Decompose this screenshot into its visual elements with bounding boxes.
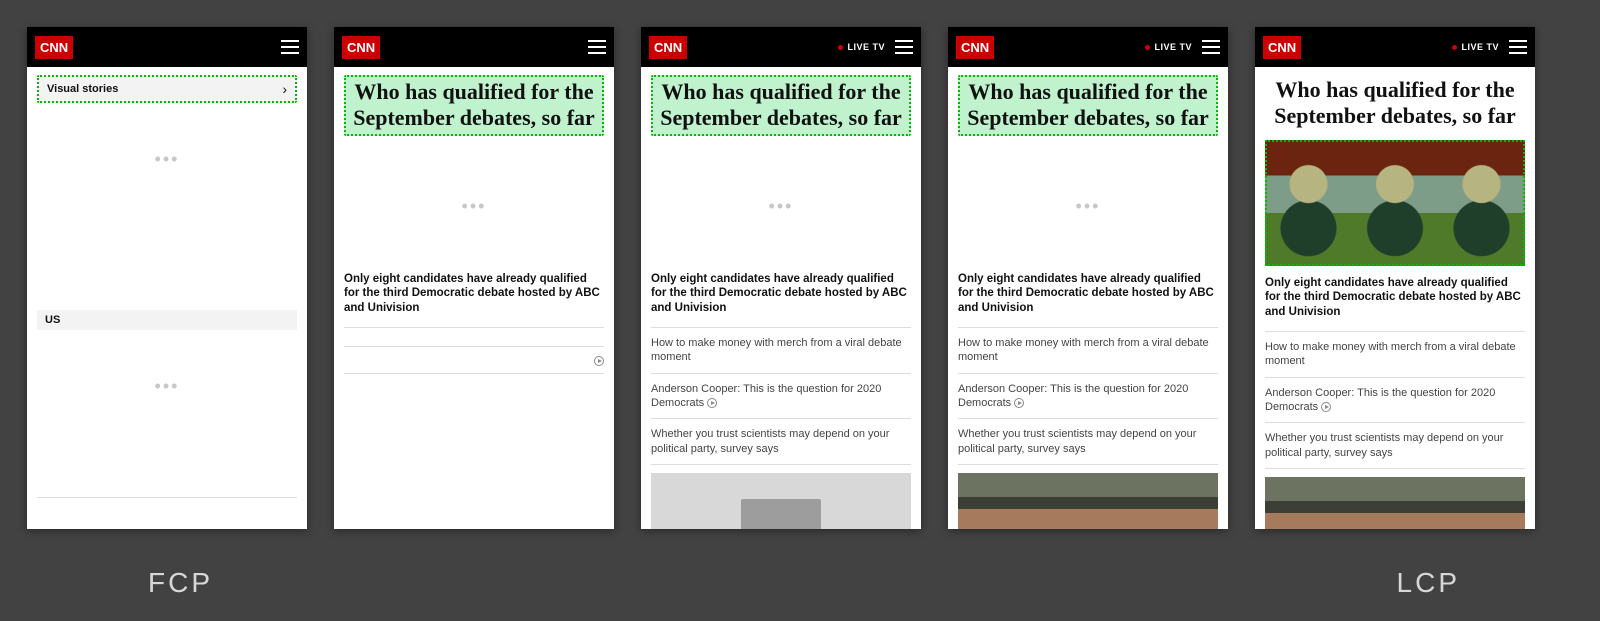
article-headline[interactable]: Who has qualified for the September deba… <box>657 79 905 131</box>
play-icon <box>707 398 717 408</box>
article-lead[interactable]: Only eight candidates have already quali… <box>1265 274 1525 325</box>
article-lead[interactable]: Only eight candidates have already quali… <box>958 270 1218 321</box>
story-link[interactable]: How to make money with merch from a vira… <box>958 334 1218 367</box>
chevron-right-icon: › <box>282 81 287 97</box>
story-link[interactable]: How to make money with merch from a vira… <box>651 334 911 367</box>
article-headline[interactable]: Who has qualified for the September deba… <box>964 79 1212 131</box>
page-header: CNN LIVE TV <box>641 27 921 67</box>
live-tv-link[interactable]: LIVE TV <box>838 42 885 52</box>
menu-icon[interactable] <box>1202 40 1220 54</box>
story-link[interactable]: Anderson Cooper: This is the question fo… <box>1265 384 1525 417</box>
loading-indicator: ••• <box>37 149 297 170</box>
page-header: CNN LIVE TV <box>948 27 1228 67</box>
live-dot-icon <box>1452 45 1457 50</box>
menu-icon[interactable] <box>281 40 299 54</box>
hero-image[interactable] <box>1265 140 1525 266</box>
secondary-image <box>1265 477 1525 529</box>
divider <box>651 418 911 419</box>
cnn-logo[interactable]: CNN <box>35 36 73 59</box>
headline-wrap: Who has qualified for the September deba… <box>1265 75 1525 132</box>
story-link[interactable]: Whether you trust scientists may depend … <box>958 425 1218 458</box>
divider <box>37 497 297 498</box>
page-header: CNN <box>334 27 614 67</box>
live-tv-link[interactable]: LIVE TV <box>1145 42 1192 52</box>
loading-indicator: ••• <box>37 376 297 397</box>
timeline-frame-2: CNN Who has qualified for the September … <box>334 27 614 529</box>
divider <box>1265 468 1525 469</box>
cnn-logo[interactable]: CNN <box>1263 36 1301 59</box>
story-link[interactable]: Anderson Cooper: This is the question fo… <box>651 380 911 413</box>
timeline-frame-4: CNN LIVE TV Who has qualified for the Se… <box>948 27 1228 529</box>
divider <box>344 346 604 347</box>
lcp-highlight-headline: Who has qualified for the September deba… <box>651 75 911 136</box>
divider <box>1265 377 1525 378</box>
divider <box>958 418 1218 419</box>
timeline-frame-3: CNN LIVE TV Who has qualified for the Se… <box>641 27 921 529</box>
play-icon[interactable] <box>594 356 604 366</box>
cnn-logo[interactable]: CNN <box>342 36 380 59</box>
page-header: CNN <box>27 27 307 67</box>
fcp-label: FCP <box>148 567 213 599</box>
cnn-logo[interactable]: CNN <box>956 36 994 59</box>
article-lead[interactable]: Only eight candidates have already quali… <box>651 270 911 321</box>
lcp-label: LCP <box>1397 567 1460 599</box>
live-dot-icon <box>1145 45 1150 50</box>
story-link[interactable]: Whether you trust scientists may depend … <box>1265 429 1525 462</box>
article-headline[interactable]: Who has qualified for the September deba… <box>1269 77 1521 129</box>
divider <box>344 327 604 328</box>
play-icon <box>1321 402 1331 412</box>
story-link[interactable]: How to make money with merch from a vira… <box>1265 338 1525 371</box>
menu-icon[interactable] <box>588 40 606 54</box>
divider <box>958 373 1218 374</box>
section-label: US <box>45 314 60 326</box>
hero-loading: ••• <box>958 144 1218 270</box>
menu-icon[interactable] <box>895 40 913 54</box>
live-tv-label: LIVE TV <box>1461 42 1499 52</box>
lcp-highlight-image <box>1265 140 1525 266</box>
lcp-highlight-headline: Who has qualified for the September deba… <box>958 75 1218 136</box>
divider <box>958 464 1218 465</box>
timeline-frame-5: CNN LIVE TV Who has qualified for the Se… <box>1255 27 1535 529</box>
hero-loading: ••• <box>651 144 911 270</box>
lcp-highlight-headline: Who has qualified for the September deba… <box>344 75 604 136</box>
secondary-image <box>958 473 1218 529</box>
divider <box>651 327 911 328</box>
divider <box>1265 331 1525 332</box>
timeline-frame-1: CNN Visual stories › ••• US ••• <box>27 27 307 529</box>
article-headline[interactable]: Who has qualified for the September deba… <box>350 79 598 131</box>
play-icon <box>1014 398 1024 408</box>
hero-loading: ••• <box>344 144 604 270</box>
article-lead[interactable]: Only eight candidates have already quali… <box>344 270 604 321</box>
section-visual-stories[interactable]: Visual stories › <box>37 75 297 103</box>
live-tv-label: LIVE TV <box>847 42 885 52</box>
live-dot-icon <box>838 45 843 50</box>
divider <box>344 373 604 374</box>
divider <box>958 327 1218 328</box>
image-placeholder <box>651 473 911 529</box>
divider <box>651 373 911 374</box>
divider <box>651 464 911 465</box>
story-link[interactable]: Anderson Cooper: This is the question fo… <box>958 380 1218 413</box>
live-tv-link[interactable]: LIVE TV <box>1452 42 1499 52</box>
cnn-logo[interactable]: CNN <box>649 36 687 59</box>
divider <box>1265 422 1525 423</box>
section-us[interactable]: US <box>37 310 297 330</box>
page-header: CNN LIVE TV <box>1255 27 1535 67</box>
story-link[interactable]: Whether you trust scientists may depend … <box>651 425 911 458</box>
live-tv-label: LIVE TV <box>1154 42 1192 52</box>
menu-icon[interactable] <box>1509 40 1527 54</box>
section-label: Visual stories <box>47 83 118 95</box>
